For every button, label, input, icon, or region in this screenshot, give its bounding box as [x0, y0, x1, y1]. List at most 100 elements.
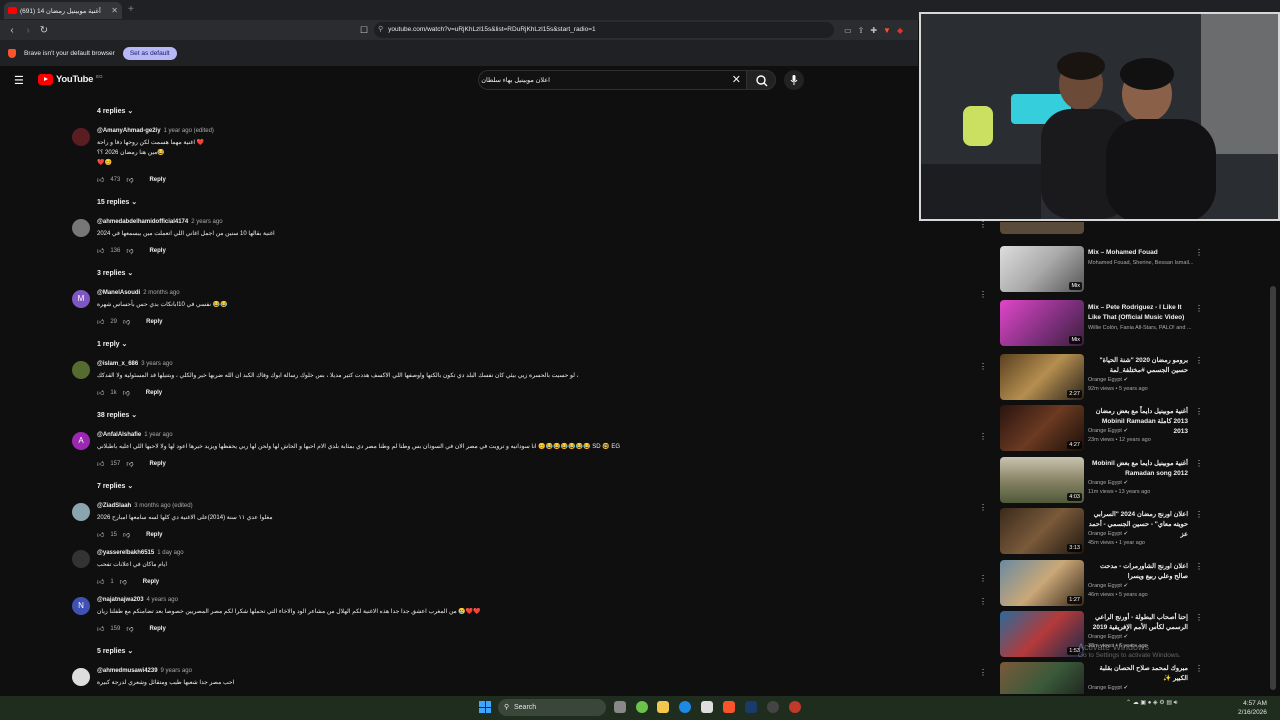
- thumbs-up-icon[interactable]: 👍︎: [97, 175, 104, 184]
- thumbs-up-icon[interactable]: 👍︎: [97, 317, 104, 326]
- thumbs-down-icon[interactable]: 👎︎: [126, 624, 133, 633]
- comment-time[interactable]: 3 years ago: [141, 361, 172, 367]
- replies-toggle[interactable]: 4 replies ⌄: [97, 107, 133, 115]
- reply-button[interactable]: Reply: [146, 319, 162, 325]
- more-vertical-icon[interactable]: ⋮: [979, 362, 987, 371]
- thumbs-down-icon[interactable]: 👎︎: [123, 388, 130, 397]
- reply-button[interactable]: Reply: [149, 177, 165, 183]
- browser-tab[interactable]: أغنية موبينيل رمضان 14 (691) ✕: [4, 2, 122, 19]
- comment-author[interactable]: @najatnajwa203: [97, 597, 144, 603]
- more-vertical-icon[interactable]: ⋮: [979, 597, 987, 606]
- reply-button[interactable]: Reply: [149, 248, 165, 254]
- video-item[interactable]: 3:13 اعلان اورنج رمضان 2024 "السرابي حوي…: [1000, 508, 1270, 556]
- comment-time[interactable]: 1 year ago (edited): [164, 128, 214, 134]
- thumbs-up-icon[interactable]: 👍︎: [97, 624, 104, 633]
- video-channel[interactable]: Mohamed Fouad, Sherine, Bessan Ismail...: [1088, 260, 1206, 266]
- avatar[interactable]: [72, 128, 90, 146]
- video-title[interactable]: Mix – Pete Rodriguez - I Like It Like Th…: [1088, 303, 1188, 323]
- thumbs-down-icon[interactable]: 👎︎: [126, 459, 133, 468]
- comment-author[interactable]: @yasserelbakh6515: [97, 550, 154, 556]
- avatar[interactable]: [72, 219, 90, 237]
- video-channel[interactable]: Orange Egypt ✔: [1088, 583, 1206, 589]
- video-title[interactable]: Mix – Mohamed Fouad: [1088, 248, 1188, 258]
- video-thumbnail[interactable]: 4:27: [1000, 405, 1084, 451]
- more-vertical-icon[interactable]: ⋮: [979, 432, 987, 441]
- video-channel[interactable]: Orange Egypt ✔: [1088, 634, 1206, 640]
- reply-button[interactable]: Reply: [143, 579, 159, 585]
- more-vertical-icon[interactable]: ⋮: [979, 668, 987, 677]
- comment-author[interactable]: @ZiadSlaah: [97, 503, 131, 509]
- recording-app-icon[interactable]: [789, 701, 801, 713]
- thumbs-down-icon[interactable]: 👎︎: [120, 577, 127, 586]
- more-vertical-icon[interactable]: ⋮: [1195, 459, 1203, 468]
- avatar[interactable]: [72, 550, 90, 568]
- thumbs-down-icon[interactable]: 👎︎: [126, 175, 133, 184]
- video-item[interactable]: 4:03 أغنية موبينيل دايما مع بعض Mobinil …: [1000, 457, 1270, 505]
- task-view-icon[interactable]: [614, 701, 626, 713]
- store-icon[interactable]: [701, 701, 713, 713]
- windows-start-icon[interactable]: [479, 701, 491, 713]
- comment-author[interactable]: @ahmedmusawi4239: [97, 668, 158, 674]
- reply-button[interactable]: Reply: [146, 532, 162, 538]
- video-thumbnail[interactable]: [1000, 662, 1084, 694]
- comment-time[interactable]: 1 day ago: [157, 550, 183, 556]
- replies-toggle[interactable]: 3 replies ⌄: [97, 269, 133, 277]
- steam-icon[interactable]: [745, 701, 757, 713]
- comment-author[interactable]: @islam_x_686: [97, 361, 138, 367]
- video-channel[interactable]: Orange Egypt ✔: [1088, 531, 1206, 537]
- bookmark-icon[interactable]: ☐: [360, 25, 368, 36]
- thumbs-up-icon[interactable]: 👍︎: [97, 246, 104, 255]
- screenshot-icon[interactable]: ▭: [844, 26, 852, 35]
- comment-author[interactable]: @ahmedabdelhamidofficial4174: [97, 219, 188, 225]
- avatar[interactable]: M: [72, 290, 90, 308]
- video-item[interactable]: Mix Mix – Pete Rodriguez - I Like It Lik…: [1000, 300, 1270, 348]
- more-vertical-icon[interactable]: ⋮: [1195, 248, 1203, 257]
- comment-time[interactable]: 2 years ago: [191, 219, 222, 225]
- youtube-logo[interactable]: YouTube EG: [38, 74, 103, 85]
- set-default-button[interactable]: Set as default: [122, 46, 177, 60]
- avatar[interactable]: [72, 503, 90, 521]
- more-vertical-icon[interactable]: ⋮: [1195, 613, 1203, 622]
- video-title[interactable]: أغنية موبينيل دايما مع بعض Mobinil Ramad…: [1088, 459, 1188, 479]
- avatar[interactable]: [72, 361, 90, 379]
- obs-icon[interactable]: [767, 701, 779, 713]
- avatar[interactable]: [72, 668, 90, 686]
- site-info-icon[interactable]: ⚲: [378, 22, 383, 38]
- replies-toggle[interactable]: 7 replies ⌄: [97, 482, 133, 490]
- more-vertical-icon[interactable]: ⋮: [979, 503, 987, 512]
- forward-icon[interactable]: ›: [20, 25, 36, 36]
- brave-shields-icon[interactable]: ▼: [883, 26, 891, 35]
- reply-button[interactable]: Reply: [149, 461, 165, 467]
- voice-search-button[interactable]: [784, 70, 804, 90]
- replies-toggle[interactable]: 15 replies ⌄: [97, 198, 137, 206]
- new-tab-icon[interactable]: +: [128, 4, 134, 15]
- video-item[interactable]: مبروك لمحمد صلاح الحصان بقلبة الكبير ✨ O…: [1000, 662, 1270, 694]
- more-vertical-icon[interactable]: ⋮: [1195, 562, 1203, 571]
- hamburger-menu-icon[interactable]: ☰: [14, 74, 24, 87]
- system-tray-icons[interactable]: ⌃ ☁ ▣ ● ◈ ⚙ ▤ 🔊︎: [1126, 699, 1177, 707]
- video-title[interactable]: مبروك لمحمد صلاح الحصان بقلبة الكبير ✨: [1088, 664, 1188, 684]
- video-channel[interactable]: Orange Egypt ✔: [1088, 480, 1206, 486]
- edge-icon[interactable]: [679, 701, 691, 713]
- rewards-icon[interactable]: ◆: [897, 26, 903, 35]
- brave-icon[interactable]: [723, 701, 735, 713]
- taskbar-search[interactable]: ⚲ Search: [498, 699, 606, 716]
- more-vertical-icon[interactable]: ⋮: [1195, 664, 1203, 673]
- more-vertical-icon[interactable]: ⋮: [979, 290, 987, 299]
- more-vertical-icon[interactable]: ⋮: [1195, 407, 1203, 416]
- video-thumbnail[interactable]: 1:27: [1000, 560, 1084, 606]
- thumbs-down-icon[interactable]: 👎︎: [123, 317, 130, 326]
- comment-time[interactable]: 1 year ago: [144, 432, 172, 438]
- thumbs-up-icon[interactable]: 👍︎: [97, 459, 104, 468]
- reply-button[interactable]: Reply: [146, 390, 162, 396]
- video-channel[interactable]: Orange Egypt ✔: [1088, 685, 1206, 691]
- more-vertical-icon[interactable]: ⋮: [979, 220, 987, 229]
- taskbar-clock[interactable]: 4:57 AM 2/16/2026: [1238, 699, 1267, 717]
- video-channel[interactable]: Orange Egypt ✔: [1088, 428, 1206, 434]
- video-thumbnail[interactable]: 4:03: [1000, 457, 1084, 503]
- thumbs-up-icon[interactable]: 👍︎: [97, 577, 104, 586]
- comment-author[interactable]: @ManelAsoudi: [97, 290, 140, 296]
- tab-close-icon[interactable]: ✕: [111, 6, 118, 15]
- search-button[interactable]: [746, 70, 776, 90]
- thumbs-up-icon[interactable]: 👍︎: [97, 388, 104, 397]
